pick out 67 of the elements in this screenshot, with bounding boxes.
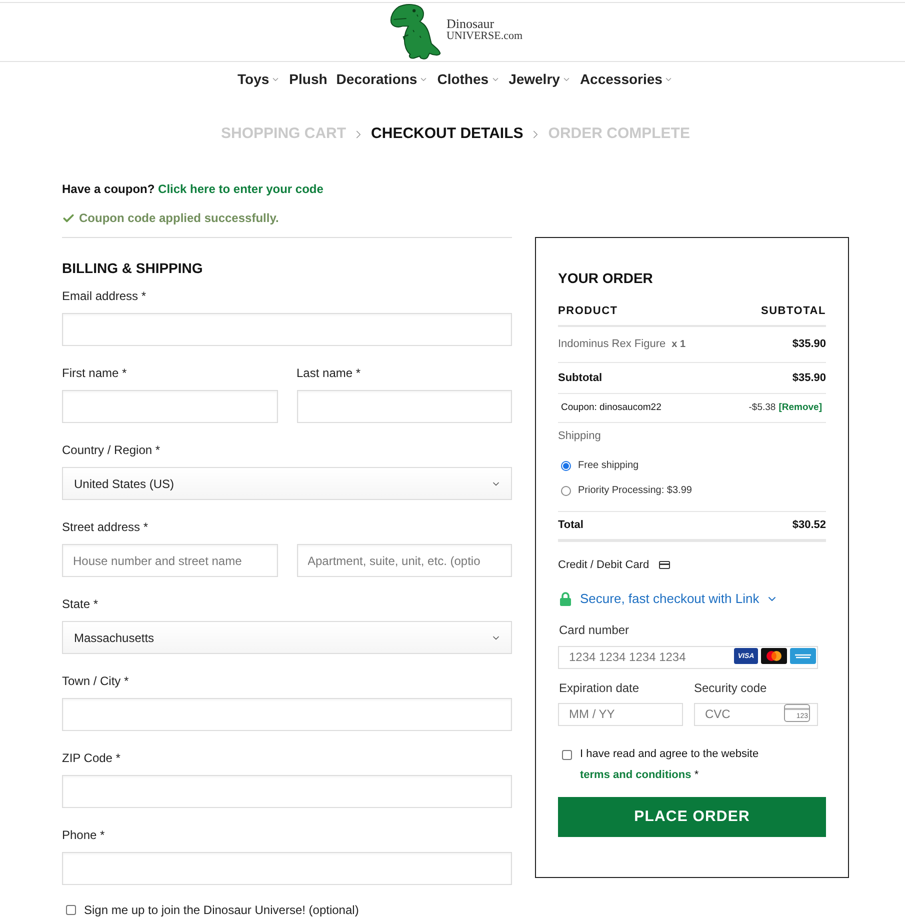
coupon-discount: -$5.38 xyxy=(748,400,776,415)
field-label: Phone * xyxy=(62,827,105,844)
logo-subtitle: UNIVERSE.com xyxy=(446,31,523,42)
field-label: Street address * xyxy=(62,519,148,536)
expiry-field[interactable]: MM / YY xyxy=(558,702,683,726)
text-field[interactable] xyxy=(62,698,512,731)
text-field[interactable] xyxy=(296,390,512,423)
check-icon xyxy=(62,212,75,224)
shipping-option-label: Priority Processing: $3.99 xyxy=(578,484,692,498)
card-logo-icon xyxy=(790,648,816,664)
subtotal-value: $35.90 xyxy=(792,370,826,386)
field-label: Card number xyxy=(559,622,630,639)
column-header: SUBTOTAL xyxy=(760,304,826,319)
field-label: State * xyxy=(62,596,98,613)
nav-link[interactable]: Jewelry xyxy=(508,68,571,90)
enter-coupon-link[interactable]: Click here to enter your code xyxy=(158,182,324,196)
product-name: Indominus Rex Figure xyxy=(558,337,666,352)
field-label: Email address * xyxy=(62,288,146,305)
subtotal-label: Subtotal xyxy=(558,370,602,386)
shipping-label: Shipping xyxy=(558,428,601,444)
mastercard-icon xyxy=(761,648,787,664)
checkbox[interactable] xyxy=(562,750,572,760)
text-field[interactable]: Apartment, suite, unit, etc. (optio xyxy=(296,544,512,577)
dropdown-field[interactable]: United States (US) xyxy=(62,467,512,500)
text-field[interactable] xyxy=(62,852,512,885)
checkbox-label: Sign me up to join the Dinosaur Universe! (optional) xyxy=(84,902,359,919)
payment-method-label: Credit / Debit Card xyxy=(558,558,650,573)
total-label: Total xyxy=(558,518,584,534)
field-label: Town / City * xyxy=(62,673,129,690)
success-message: Coupon code applied successfully. xyxy=(79,210,279,227)
product-price: $35.90 xyxy=(792,337,826,352)
section-title: BILLING & SHIPPING xyxy=(62,259,203,278)
radio-button[interactable] xyxy=(561,460,571,470)
text-field[interactable]: House number and street name xyxy=(62,544,278,577)
text-field[interactable] xyxy=(62,775,512,808)
terms-link[interactable]: terms and conditions xyxy=(580,769,692,781)
link-checkout-button[interactable]: Secure, fast checkout with Link xyxy=(558,589,778,609)
logo-title: Dinosaur xyxy=(446,17,496,30)
checkout-step[interactable]: CHECKOUT DETAILS xyxy=(371,122,524,146)
lock-icon xyxy=(560,592,571,606)
field-label: Country / Region * xyxy=(62,442,160,459)
field-label: Security code xyxy=(694,680,767,697)
field-label: Last name * xyxy=(296,365,361,382)
nav-link[interactable]: Toys xyxy=(238,68,280,90)
nav-link[interactable]: Decorations xyxy=(336,68,428,90)
text-field[interactable] xyxy=(62,313,512,346)
checkbox[interactable] xyxy=(66,905,76,915)
dropdown-field[interactable]: Massachusetts xyxy=(62,621,512,654)
coupon-prompt: Have a coupon? Click here to enter your code xyxy=(62,181,324,198)
nav-link[interactable]: Clothes xyxy=(437,68,500,90)
terms-text: I have read and agree to the website terms and conditions * xyxy=(580,747,760,783)
coupon-label: Coupon: dinosaucom22 xyxy=(561,400,662,415)
field-label: Expiration date xyxy=(559,681,640,695)
radio-button[interactable] xyxy=(561,486,571,496)
total-value: $30.52 xyxy=(792,518,826,534)
order-title: YOUR ORDER xyxy=(558,268,653,288)
place-order-button[interactable]: PLACE ORDER xyxy=(558,797,826,837)
card-icon xyxy=(659,561,670,569)
shipping-option-label: Free shipping xyxy=(578,459,639,473)
field-label: ZIP Code * xyxy=(62,750,120,767)
nav-link[interactable]: Accessories xyxy=(580,68,674,90)
text-field[interactable] xyxy=(62,390,278,423)
column-header: PRODUCT xyxy=(558,304,618,319)
nav-link[interactable]: Plush xyxy=(289,68,328,90)
product-quantity: x 1 xyxy=(672,338,686,352)
field-label: First name * xyxy=(62,365,127,382)
remove-coupon-link[interactable]: [Remove] xyxy=(778,400,822,416)
